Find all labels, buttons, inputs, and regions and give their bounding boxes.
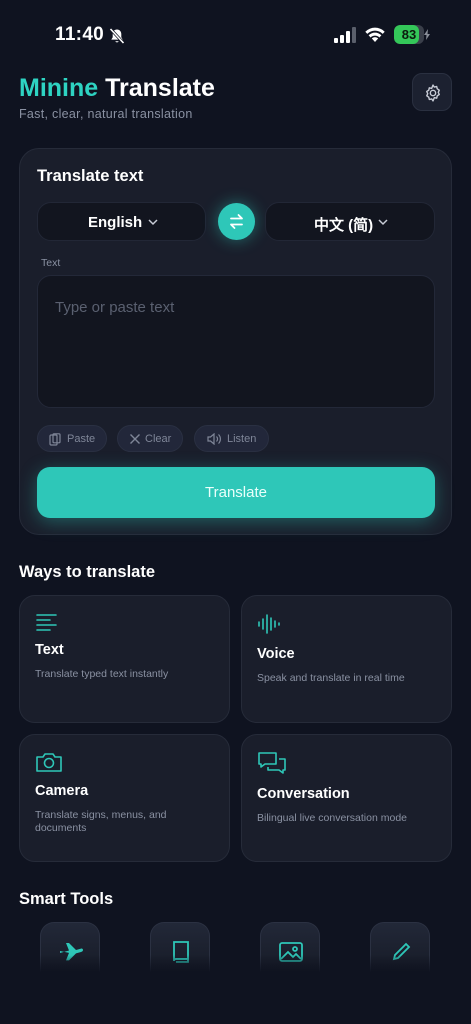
way-card-title: Text: [35, 642, 64, 658]
gear-icon: [426, 84, 440, 102]
paste-button[interactable]: Paste: [37, 425, 107, 452]
close-icon: [130, 434, 140, 444]
way-card-conversation[interactable]: Conversation Bilingual live conversation…: [241, 734, 452, 862]
settings-button[interactable]: [412, 73, 452, 111]
way-card-voice[interactable]: Voice Speak and translate in real time: [241, 595, 452, 723]
way-card-desc: Translate typed text instantly: [35, 668, 169, 680]
status-bar: 11:40 83: [0, 0, 471, 60]
cellular-signal-icon: [334, 27, 356, 43]
bottom-fade-overlay: [0, 955, 471, 1024]
way-card-text[interactable]: Text Translate typed text instantly: [19, 595, 230, 723]
translate-card-title: Translate text: [37, 167, 144, 185]
way-card-desc: Bilingual live conversation mode: [257, 812, 407, 824]
translate-button[interactable]: Translate: [37, 467, 435, 518]
target-language-selector[interactable]: 中文 (简): [265, 202, 435, 241]
paste-label: Paste: [67, 433, 96, 445]
chevron-down-icon: [148, 219, 158, 226]
listen-button[interactable]: Listen: [194, 425, 269, 452]
translate-card: Translate text English 中文 (简) Text Type …: [19, 148, 452, 535]
chat-bubbles-icon: [258, 752, 286, 774]
charging-bolt-icon: [424, 29, 430, 40]
ways-section-title: Ways to translate: [19, 563, 156, 581]
way-card-title: Conversation: [257, 786, 350, 802]
source-text-input[interactable]: Type or paste text: [37, 275, 435, 408]
speaker-icon: [207, 433, 221, 445]
app-title-rest: Translate: [105, 74, 215, 102]
smart-tools-title: Smart Tools: [19, 890, 114, 908]
swap-languages-button[interactable]: [218, 203, 255, 240]
text-lines-icon: [36, 614, 57, 631]
way-card-desc: Translate signs, menus, and documents: [35, 809, 167, 834]
way-card-desc: Speak and translate in real time: [257, 672, 405, 684]
battery-percent: 83: [401, 27, 417, 42]
clipboard-icon: [49, 433, 61, 446]
target-language-label: 中文 (简): [314, 217, 374, 234]
app-title: Minine Translate: [19, 74, 215, 103]
source-text-placeholder: Type or paste text: [55, 299, 175, 316]
battery-indicator: 83: [394, 25, 430, 44]
app-title-brand: Minine: [19, 74, 99, 102]
app-subtitle: Fast, clear, natural translation: [19, 107, 193, 121]
status-time: 11:40: [55, 24, 105, 45]
way-card-title: Voice: [257, 646, 295, 662]
wifi-icon: [365, 27, 385, 42]
listen-label: Listen: [227, 433, 257, 445]
chevron-down-icon: [378, 219, 388, 226]
bell-muted-icon: [109, 27, 125, 45]
app-screen: 11:40 83 Minine Translate Fast, clear, n…: [0, 0, 471, 1024]
camera-icon: [36, 753, 62, 772]
swap-arrows-icon: [230, 214, 243, 229]
clear-button[interactable]: Clear: [117, 425, 183, 452]
source-language-label: English: [88, 214, 143, 231]
clear-label: Clear: [145, 433, 172, 445]
source-language-selector[interactable]: English: [37, 202, 206, 241]
way-card-camera[interactable]: Camera Translate signs, menus, and docum…: [19, 734, 230, 862]
way-card-title: Camera: [35, 783, 89, 799]
text-field-label: Text: [41, 257, 61, 269]
translate-button-label: Translate: [205, 484, 267, 501]
waveform-icon: [258, 614, 280, 634]
